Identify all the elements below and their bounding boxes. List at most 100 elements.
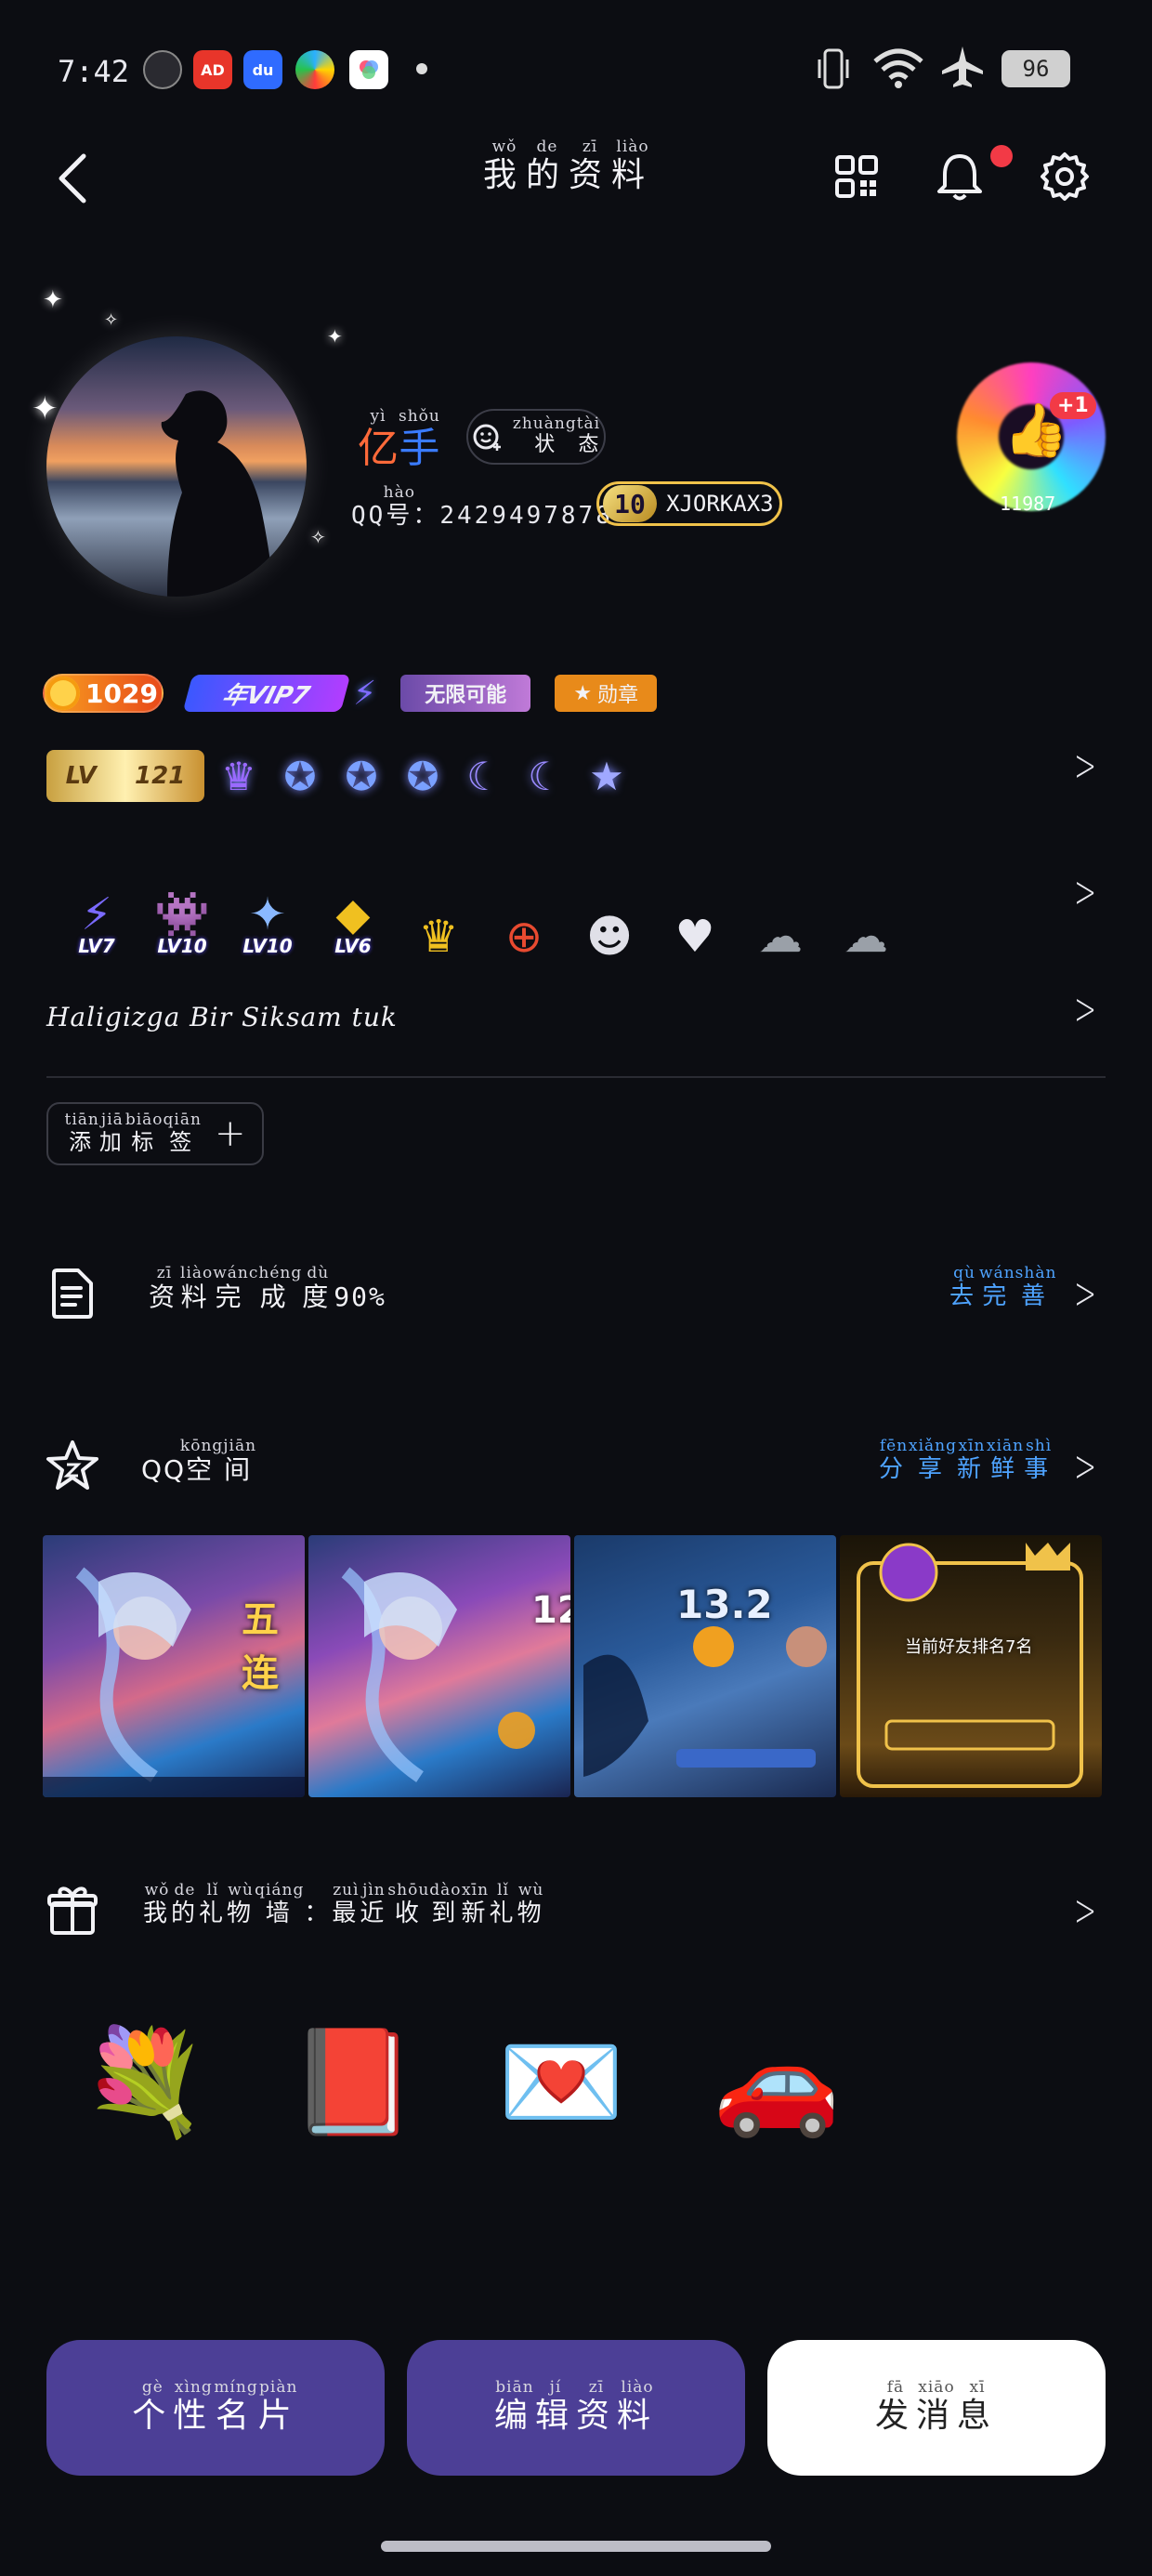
hanzi-char: 礼lǐ — [199, 1881, 228, 1927]
game-icons-chevron-icon[interactable]: > — [1074, 866, 1096, 918]
game-icons-row[interactable]: ⚡ LV7 👾 LV10 ✦ LV10 ◆ LV6 ♛ ⊕ ☻ ♥ ☁ ☁ — [65, 846, 897, 963]
photo-art — [341, 1567, 535, 1782]
qrcode-icon[interactable] — [834, 154, 879, 199]
game-level-icon[interactable]: 👾 LV10 — [151, 864, 214, 957]
back-chevron-left-icon[interactable] — [54, 152, 91, 204]
medal-badge[interactable]: ★ 勋章 — [555, 675, 658, 712]
game-level-icon[interactable]: ☁ — [749, 864, 812, 963]
game-level-icon[interactable]: ♥ — [663, 864, 727, 963]
hanzi-char: 资zī — [149, 1264, 181, 1312]
home-indicator[interactable] — [381, 2541, 771, 2552]
completion-title: 资zī料liào完wán成chéng度dù90% — [149, 1264, 386, 1314]
qzone-photo[interactable]: 五连 — [43, 1535, 305, 1797]
level-icons-row[interactable]: LV 121 ♛ ✪ ✪ ✪ ☾ ☾ ★ — [46, 743, 634, 808]
gift-item-bouquet[interactable]: 💐 — [71, 1998, 219, 2165]
hanzi-char: 收shōu — [387, 1881, 430, 1927]
level-number: 10 — [603, 485, 657, 522]
gift-chevron-icon[interactable]: > — [1074, 1885, 1096, 1937]
hanzi-char: 个gè — [132, 2377, 174, 2435]
game-glyph-icon: ♥ — [674, 911, 715, 963]
hanzi-char: 亿yì — [358, 407, 399, 472]
status-time: 7:42 — [58, 54, 130, 89]
completion-chevron-icon[interactable]: > — [1074, 1268, 1096, 1320]
like-count: 11987 — [1000, 493, 1056, 515]
game-level-label: LV6 — [334, 935, 372, 957]
star-gem-icon: ✪ — [345, 753, 378, 799]
hanzi-char: 物wù — [517, 1881, 545, 1927]
status-button[interactable]: 状zhuàng态tài — [466, 409, 606, 465]
gift-wall-title: 我wǒ的de礼lǐ物wù墙qiáng：最zuì近jìn收shōu到dào新xīn… — [143, 1881, 545, 1928]
level-badge[interactable]: 10 XJORKAX3 — [596, 481, 782, 526]
qzone-title: QQ空kōng间jiān — [141, 1437, 256, 1487]
hanzi-char: 到dào — [429, 1881, 462, 1927]
qzone-photo[interactable]: 当前好友排名7名 — [840, 1535, 1102, 1797]
bell-icon[interactable] — [935, 151, 985, 203]
game-level-icon[interactable]: ✦ LV10 — [236, 864, 299, 957]
signature[interactable]: Haligizga Bir Siksam tuk — [46, 1002, 398, 1032]
edit-profile-button[interactable]: 编biān辑jí资zī料liào — [407, 2340, 745, 2476]
gift-item-book[interactable]: 📕 — [279, 1998, 427, 2165]
add-tag-button[interactable]: 添tiān加jiā标biāo签qiān + — [46, 1102, 264, 1165]
hanzi-char: 物wù — [227, 1881, 255, 1927]
badges-row[interactable]: 1029 年VIP7 ⚡ 无限可能 ★ 勋章 — [43, 673, 658, 714]
photo-text: 当前好友排名7名 — [905, 1637, 1033, 1657]
game-level-icon[interactable]: ⚡ LV7 — [65, 864, 128, 957]
hanzi-char: 我wǒ — [143, 1881, 172, 1927]
smiley-add-icon — [473, 424, 501, 451]
photo-art — [583, 1626, 827, 1777]
hanzi-char: 编biān — [493, 2377, 535, 2435]
avatar[interactable] — [46, 336, 307, 597]
send-message-button[interactable]: 发fā消xiāo息xī — [767, 2340, 1106, 2476]
gift-item-letter[interactable]: 💌 — [487, 1998, 635, 2165]
lightning-icon: ⚡ — [353, 674, 377, 713]
game-level-icon[interactable]: ☁ — [834, 864, 897, 963]
hanzi-char: 资zī — [569, 138, 612, 194]
profile-card-button[interactable]: 个gè性xìng名míng片piàn — [46, 2340, 385, 2476]
qzone-photo[interactable]: 12 — [308, 1535, 570, 1797]
star-icon: ★ — [589, 753, 624, 799]
qq-prefix: QQ — [351, 502, 386, 530]
level-icons-chevron-icon[interactable]: > — [1074, 740, 1096, 792]
coin-badge[interactable]: 1029 — [43, 674, 164, 713]
hanzi-char: 最zuì — [332, 1881, 360, 1927]
hanzi-char: 墙qiáng — [255, 1881, 305, 1927]
notification-red-dot — [990, 145, 1013, 167]
like-button[interactable]: 👍 +1 11987 — [957, 353, 1106, 530]
qzone-chevron-icon[interactable]: > — [1074, 1440, 1096, 1492]
vip-badge[interactable]: 年VIP7 — [182, 675, 351, 712]
hanzi-char: 近jìn — [360, 1881, 388, 1927]
hanzi-char: 签qiān — [163, 1110, 202, 1155]
hanzi-char: 性xìng — [173, 2377, 215, 2435]
hanzi-char: 鲜xiān — [987, 1437, 1025, 1483]
game-level-icon[interactable]: ◆ LV6 — [321, 864, 385, 957]
game-level-label: LV10 — [157, 935, 207, 957]
hanzi-char: 号hào — [383, 483, 415, 530]
hanzi-char: 礼lǐ — [489, 1881, 517, 1927]
game-glyph-icon: ☻ — [585, 911, 634, 963]
gift-item-car[interactable]: 🚗 — [702, 1998, 851, 2165]
gear-icon[interactable] — [1039, 151, 1091, 203]
game-glyph-icon: 👾 — [154, 888, 210, 940]
lv-tag: LV 121 — [46, 750, 204, 802]
share-news-link[interactable]: 分fēn享xiǎng新xīn鲜xiān事shì — [879, 1437, 1054, 1484]
hanzi-char: 加jiā — [98, 1110, 125, 1155]
complete-profile-link[interactable]: 去qù完wán善shàn — [949, 1264, 1057, 1311]
wuxian-badge[interactable]: 无限可能 — [400, 675, 531, 712]
hanzi-char: 消xiāo — [915, 2377, 957, 2435]
divider — [46, 1076, 1106, 1078]
game-level-icon[interactable]: ♛ — [407, 864, 470, 963]
game-level-icon[interactable]: ☻ — [578, 864, 641, 963]
hanzi-char: 态tài — [576, 414, 601, 456]
qzone-photo[interactable]: 13.2 — [574, 1535, 836, 1797]
game-level-icon[interactable]: ⊕ — [492, 864, 556, 963]
crown-gem-icon: ♛ — [221, 753, 256, 799]
hanzi-char: 息xī — [957, 2377, 999, 2435]
wifi-icon — [873, 48, 923, 88]
hanzi-char: 善shàn — [1015, 1264, 1057, 1310]
hanzi-char: ： — [304, 1899, 333, 1927]
hanzi-char: 的de — [526, 138, 569, 194]
lv-prefix: LV — [65, 762, 97, 790]
nickname: 亿yì手shǒu — [358, 407, 440, 474]
signature-chevron-icon[interactable]: > — [1074, 983, 1096, 1035]
coin-value: 1029 — [85, 677, 158, 709]
